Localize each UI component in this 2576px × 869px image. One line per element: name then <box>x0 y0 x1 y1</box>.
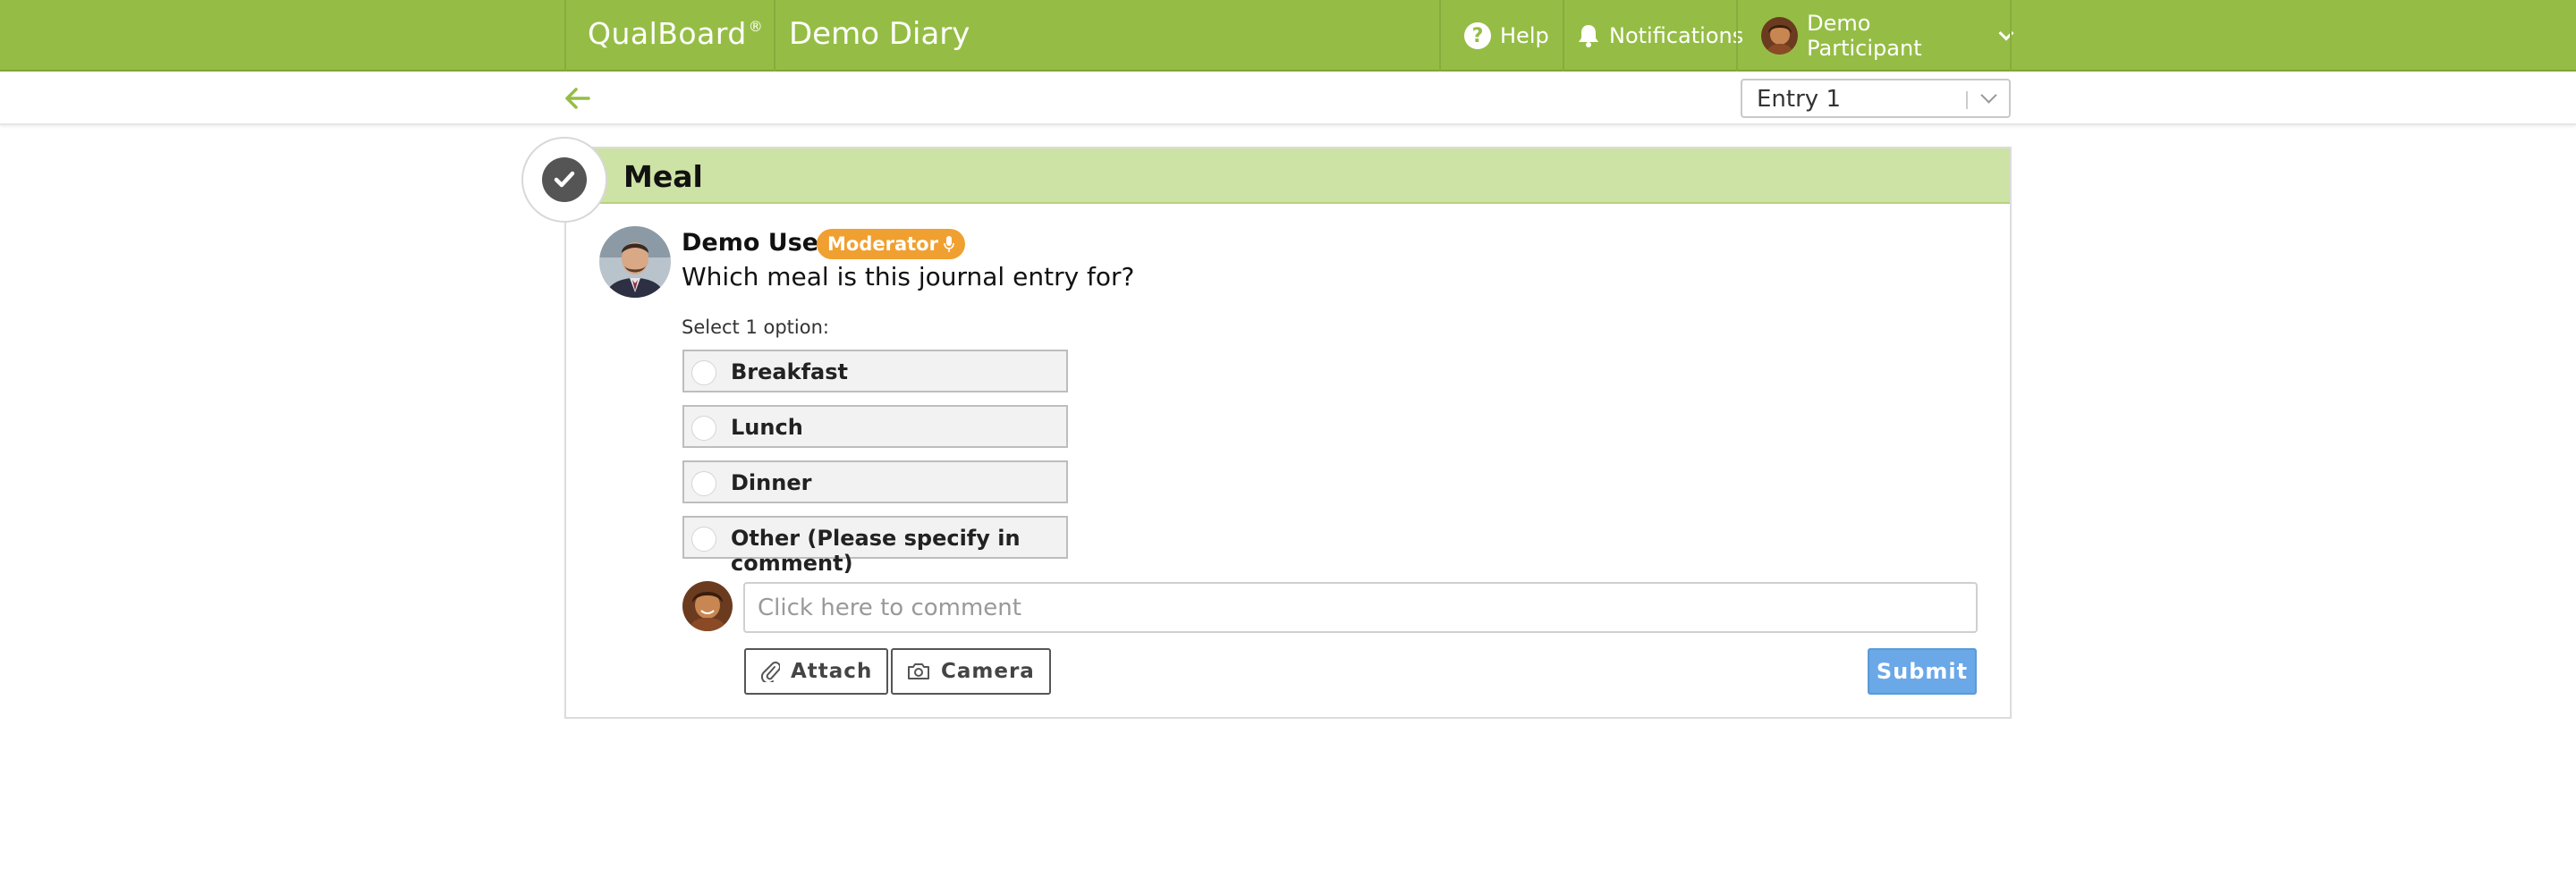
commenter-avatar <box>682 581 733 631</box>
chevron-down-icon <box>1980 87 1997 104</box>
option-label: Other (Please specify in comment) <box>731 526 1021 576</box>
radio-button[interactable] <box>691 416 716 441</box>
paperclip-icon <box>760 662 780 682</box>
checkmark-icon <box>542 157 587 202</box>
task-header: Meal <box>566 148 2010 204</box>
option-label: Dinner <box>731 470 812 495</box>
submit-button[interactable]: Submit <box>1868 648 1977 695</box>
help-link[interactable]: ? Help <box>1464 0 1549 72</box>
radio-button[interactable] <box>691 527 716 552</box>
user-menu[interactable]: Demo Participant <box>1761 0 2014 72</box>
nav-separator <box>2010 0 2012 72</box>
camera-button[interactable]: Camera <box>891 648 1051 695</box>
project-title: Demo Diary <box>789 16 970 52</box>
moderator-name: Demo User <box>682 229 831 257</box>
question-text: Which meal is this journal entry for? <box>682 262 1135 291</box>
notifications-link[interactable]: Notifications <box>1577 0 1743 72</box>
select-hint: Select 1 option: <box>682 316 829 338</box>
select-divider <box>1966 91 1968 109</box>
help-icon: ? <box>1464 22 1491 49</box>
radio-button[interactable] <box>691 360 716 385</box>
option-lunch[interactable]: Lunch <box>682 405 1068 448</box>
camera-label: Camera <box>941 660 1035 683</box>
back-arrow-icon[interactable] <box>562 82 594 114</box>
comment-input[interactable] <box>743 582 1978 633</box>
microphone-icon <box>944 236 954 252</box>
moderator-badge: Moderator <box>817 229 965 259</box>
nav-separator <box>564 0 566 72</box>
option-dinner[interactable]: Dinner <box>682 460 1068 503</box>
entry-select[interactable]: Entry 1 <box>1741 79 2011 118</box>
moderator-avatar <box>599 226 671 298</box>
nav-separator <box>1736 0 1738 72</box>
camera-icon <box>908 663 929 679</box>
option-other[interactable]: Other (Please specify in comment) <box>682 516 1068 576</box>
nav-separator <box>774 0 775 72</box>
nav-separator <box>1439 0 1441 72</box>
entry-select-value: Entry 1 <box>1757 86 1841 113</box>
option-label: Breakfast <box>731 359 848 384</box>
top-navbar: QualBoard ® Demo Diary ? Help Notificatio… <box>0 0 2576 72</box>
brand-registered-mark: ® <box>748 18 764 35</box>
moderator-badge-label: Moderator <box>827 233 938 255</box>
attach-button[interactable]: Attach <box>744 648 889 695</box>
option-label: Lunch <box>731 415 803 440</box>
option-breakfast[interactable]: Breakfast <box>682 350 1068 392</box>
notifications-label: Notifications <box>1609 23 1744 48</box>
radio-button[interactable] <box>691 471 716 496</box>
brand-logo[interactable]: QualBoard ® <box>588 16 763 51</box>
attach-label: Attach <box>791 660 873 683</box>
sub-header: Entry 1 <box>0 73 2576 125</box>
help-label: Help <box>1500 23 1549 48</box>
brand-name: QualBoard <box>588 16 747 51</box>
task-title: Meal <box>623 159 703 194</box>
navbar-inner: QualBoard ® Demo Diary ? Help Notificatio… <box>564 0 2014 72</box>
user-name: Demo Participant <box>1807 11 1922 61</box>
user-avatar <box>1761 17 1799 55</box>
bell-icon <box>1579 25 1598 47</box>
nav-separator <box>1563 0 1564 72</box>
task-status-indicator <box>521 137 607 223</box>
